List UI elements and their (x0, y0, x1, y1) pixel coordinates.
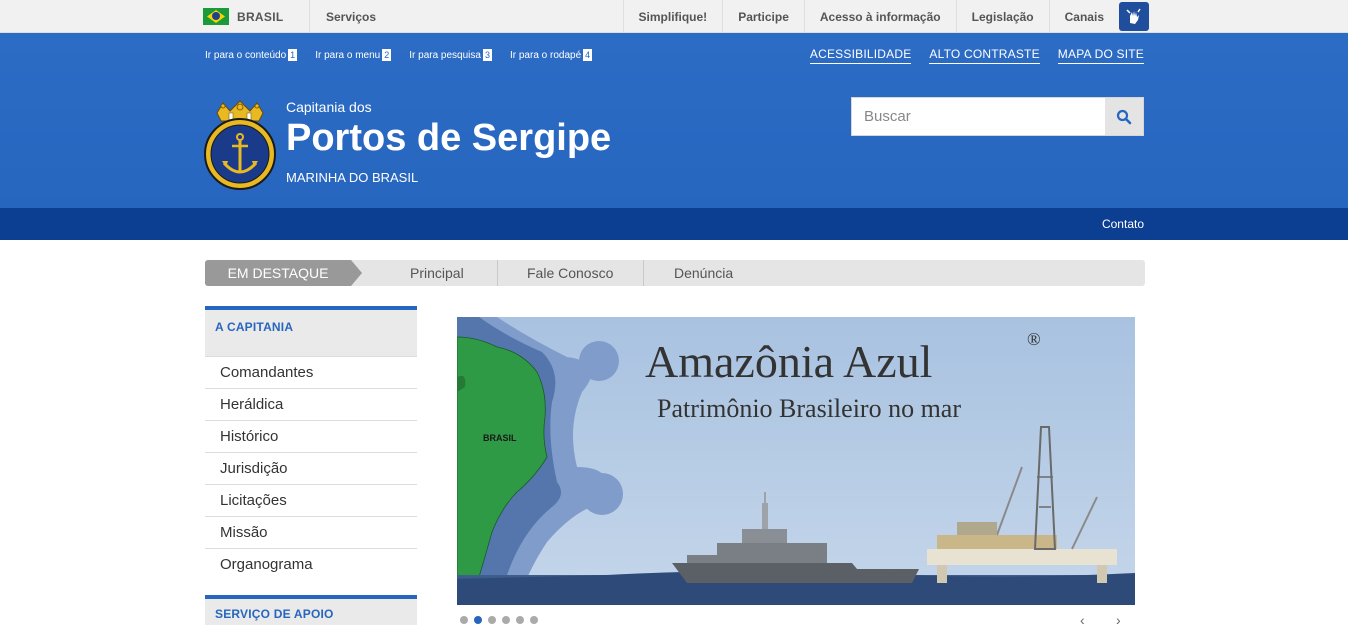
search-box (851, 97, 1144, 136)
sidebar-item-comandantes[interactable]: Comandantes (205, 356, 417, 388)
service-bar: Contato (0, 208, 1348, 240)
marinha-emblem-logo[interactable] (203, 99, 277, 193)
accessibility-links: ACESSIBILIDADE ALTO CONTRASTE MAPA DO SI… (809, 47, 1144, 64)
site-header: Ir para o conteúdo 1 Ir para o menu 2 Ir… (0, 33, 1348, 208)
gov-links: Simplifique! Participe Acesso à informaç… (622, 0, 1119, 33)
search-icon (1116, 109, 1132, 124)
sidebar-section-servico-apoio: SERVIÇO DE APOIO (205, 595, 417, 625)
sidebar-item-licitacoes[interactable]: Licitações (205, 484, 417, 516)
sidebar-section-capitania: A CAPITANIA (205, 306, 417, 356)
tab-divider (497, 260, 498, 286)
banner-registered: ® (1027, 329, 1041, 349)
gov-link-legislacao[interactable]: Legislação (955, 0, 1049, 33)
carousel-dot[interactable] (488, 616, 496, 624)
carousel-dot[interactable] (516, 616, 524, 624)
tab-principal[interactable]: Principal (410, 260, 464, 286)
sidebar-menu: Comandantes Heráldica Histórico Jurisdiç… (205, 356, 417, 580)
skip-link-menu[interactable]: Ir para o menu 2 (315, 49, 392, 61)
sidebar-item-historico[interactable]: Histórico (205, 420, 417, 452)
gov-bar-inner: BRASIL Serviços Simplifique! Participe A… (203, 0, 1149, 33)
tab-fale-conosco[interactable]: Fale Conosco (527, 260, 613, 286)
contato-link[interactable]: Contato (1102, 217, 1144, 231)
sidebar-item-organograma[interactable]: Organograma (205, 548, 417, 580)
skip-link-content[interactable]: Ir para o conteúdo 1 (205, 49, 298, 61)
tab-divider (643, 260, 644, 286)
gov-link-participe[interactable]: Participe (722, 0, 804, 33)
search-input[interactable] (852, 98, 1106, 135)
sidebar-item-missao[interactable]: Missão (205, 516, 417, 548)
gov-bar: BRASIL Serviços Simplifique! Participe A… (0, 0, 1348, 33)
gov-link-canais[interactable]: Canais (1048, 0, 1119, 33)
carousel-dots (460, 616, 538, 624)
skip-links: Ir para o conteúdo 1 Ir para o menu 2 Ir… (205, 49, 593, 61)
carousel-dot-active[interactable] (474, 616, 482, 624)
servicos-link[interactable]: Serviços (310, 0, 392, 33)
search-button[interactable] (1105, 98, 1143, 135)
site-subtitle: MARINHA DO BRASIL (286, 170, 419, 185)
site-title[interactable]: Portos de Sergipe (286, 117, 611, 160)
sign-language-icon[interactable] (1119, 2, 1149, 31)
carousel-dot[interactable] (530, 616, 538, 624)
mapa-do-site-link[interactable]: MAPA DO SITE (1057, 47, 1144, 64)
carousel-prev-icon[interactable]: ‹ (1080, 612, 1085, 628)
tab-denuncia[interactable]: Denúncia (674, 260, 733, 286)
acessibilidade-link[interactable]: ACESSIBILIDADE (809, 47, 912, 64)
carousel-next-icon[interactable]: › (1116, 612, 1121, 628)
brasil-link[interactable]: BRASIL (203, 0, 310, 33)
gov-link-simplifique[interactable]: Simplifique! (622, 0, 723, 33)
sidebar-section-title: SERVIÇO DE APOIO (215, 607, 334, 621)
brazil-flag-icon (203, 8, 229, 25)
banner-title: Amazônia Azul (645, 336, 932, 387)
carousel-dot[interactable] (502, 616, 510, 624)
gov-link-acesso-informacao[interactable]: Acesso à informação (803, 0, 956, 33)
sidebar-section-title: A CAPITANIA (215, 320, 294, 334)
skip-link-footer[interactable]: Ir para o rodapé 4 (510, 49, 593, 61)
sidebar-item-heraldica[interactable]: Heráldica (205, 388, 417, 420)
skip-link-search[interactable]: Ir para pesquisa 3 (409, 49, 492, 61)
tab-em-destaque[interactable]: EM DESTAQUE (205, 260, 362, 286)
brasil-label: BRASIL (237, 9, 284, 24)
map-label: BRASIL (483, 433, 517, 443)
carousel-dot[interactable] (460, 616, 468, 624)
sidebar-item-jurisdicao[interactable]: Jurisdição (205, 452, 417, 484)
banner-subtitle: Patrimônio Brasileiro no mar (657, 394, 961, 423)
site-pre-title: Capitania dos (286, 99, 372, 115)
carousel-banner[interactable]: BRASIL Amazônia Azul ® Patrimônio Brasil… (457, 317, 1135, 605)
highlight-tabs: EM DESTAQUE Principal Fale Conosco Denún… (205, 260, 1145, 286)
amazonia-azul-banner-image: BRASIL Amazônia Azul ® Patrimônio Brasil… (457, 317, 1135, 605)
alto-contraste-link[interactable]: ALTO CONTRASTE (929, 47, 1040, 64)
